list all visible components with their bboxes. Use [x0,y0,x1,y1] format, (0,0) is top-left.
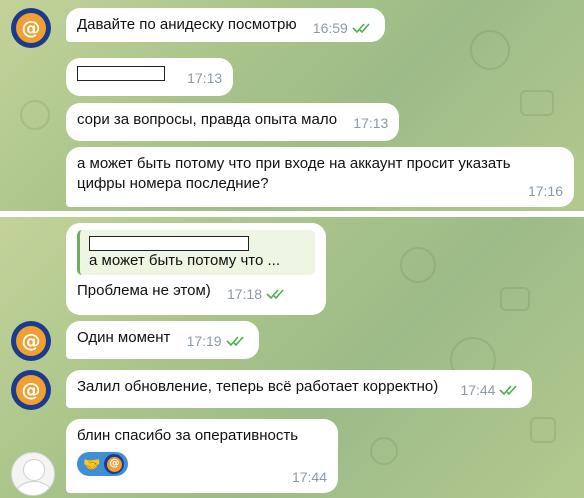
message-bubble[interactable]: Один момент 17:19 [66,321,259,359]
reactor-avatar: @ [104,454,125,474]
message-text: Залил обновление, теперь всё работает ко… [77,378,439,395]
background-doodle [500,287,530,311]
message-text-line: цифры номера последние? [77,175,269,192]
message-text: Один момент [77,329,171,346]
message-time: 17:44 [460,382,496,398]
chat-panel-bottom: а может быть потому что ... Проблема не … [0,217,584,498]
message-text-line: а может быть потому что при входе на акк… [77,155,511,172]
message-time: 17:19 [186,333,222,349]
message-bubble[interactable]: а может быть потому что при входе на акк… [66,147,574,207]
background-doodle [470,30,510,70]
double-check-icon [226,336,244,347]
reaction-chip[interactable]: 🤝 @ [77,452,129,476]
at-sign-icon: @ [16,375,46,405]
message-time: 17:16 [527,183,563,199]
bot-avatar[interactable]: @ [11,8,51,48]
message-time: 16:59 [312,20,348,36]
chat-panel-top: @ Давайте по анидеску посмотрю 16:59 17:… [0,0,584,211]
message-bubble[interactable]: а может быть потому что ... Проблема не … [66,223,326,315]
message-time: 17:18 [226,286,262,302]
message-time: 17:13 [187,70,223,86]
message-content: Проблема не этом) 17:18 [77,281,315,304]
reply-text: а может быть потому что ... [89,252,280,269]
reply-sender [89,234,307,251]
message-meta: 17:13 [187,68,222,88]
bot-avatar[interactable]: @ [11,370,51,410]
at-sign-icon: @ [106,456,122,472]
background-doodle [530,417,556,443]
background-doodle [370,437,398,465]
message-text: блин спасибо за оперативность [77,427,299,444]
background-doodle [20,100,50,130]
message-meta: 17:19 [187,331,248,351]
at-sign-icon: @ [16,326,46,356]
message-bubble[interactable]: 17:13 [66,58,234,96]
message-text: сори за вопросы, правда опыта мало [77,111,338,128]
background-doodle [520,90,554,116]
message-meta: 17:18 [227,284,288,304]
user-avatar[interactable] [11,452,55,496]
message-time: 17:44 [291,469,327,485]
message-text: Давайте по анидеску посмотрю [77,16,297,33]
message-meta: 16:59 [313,18,374,38]
message-meta: 17:13 [353,113,388,133]
double-check-icon [499,385,518,396]
message-meta: 17:44 [460,380,521,400]
message-bubble[interactable]: блин спасибо за оперативность 🤝 @ 17:44 [66,419,338,493]
reply-quote[interactable]: а может быть потому что ... [77,230,315,275]
message-time: 17:13 [353,115,389,131]
double-check-icon [266,289,284,300]
message-bubble[interactable]: Залил обновление, теперь всё работает ко… [66,370,533,408]
redacted-block [77,65,165,81]
background-doodle [400,247,436,283]
message-meta: 17:44 [292,467,327,487]
bot-avatar[interactable]: @ [11,321,51,361]
message-meta: 17:16 [528,181,563,201]
message-text: Проблема не этом) [77,282,211,299]
at-sign-icon: @ [16,13,46,43]
redacted-block [89,235,249,251]
message-bubble[interactable]: сори за вопросы, правда опыта мало 17:13 [66,103,400,141]
reaction-row: 🤝 @ [77,452,327,476]
message-bubble[interactable]: Давайте по анидеску посмотрю 16:59 [66,8,385,42]
double-check-icon [352,23,370,34]
handshake-icon: 🤝 [83,456,101,472]
